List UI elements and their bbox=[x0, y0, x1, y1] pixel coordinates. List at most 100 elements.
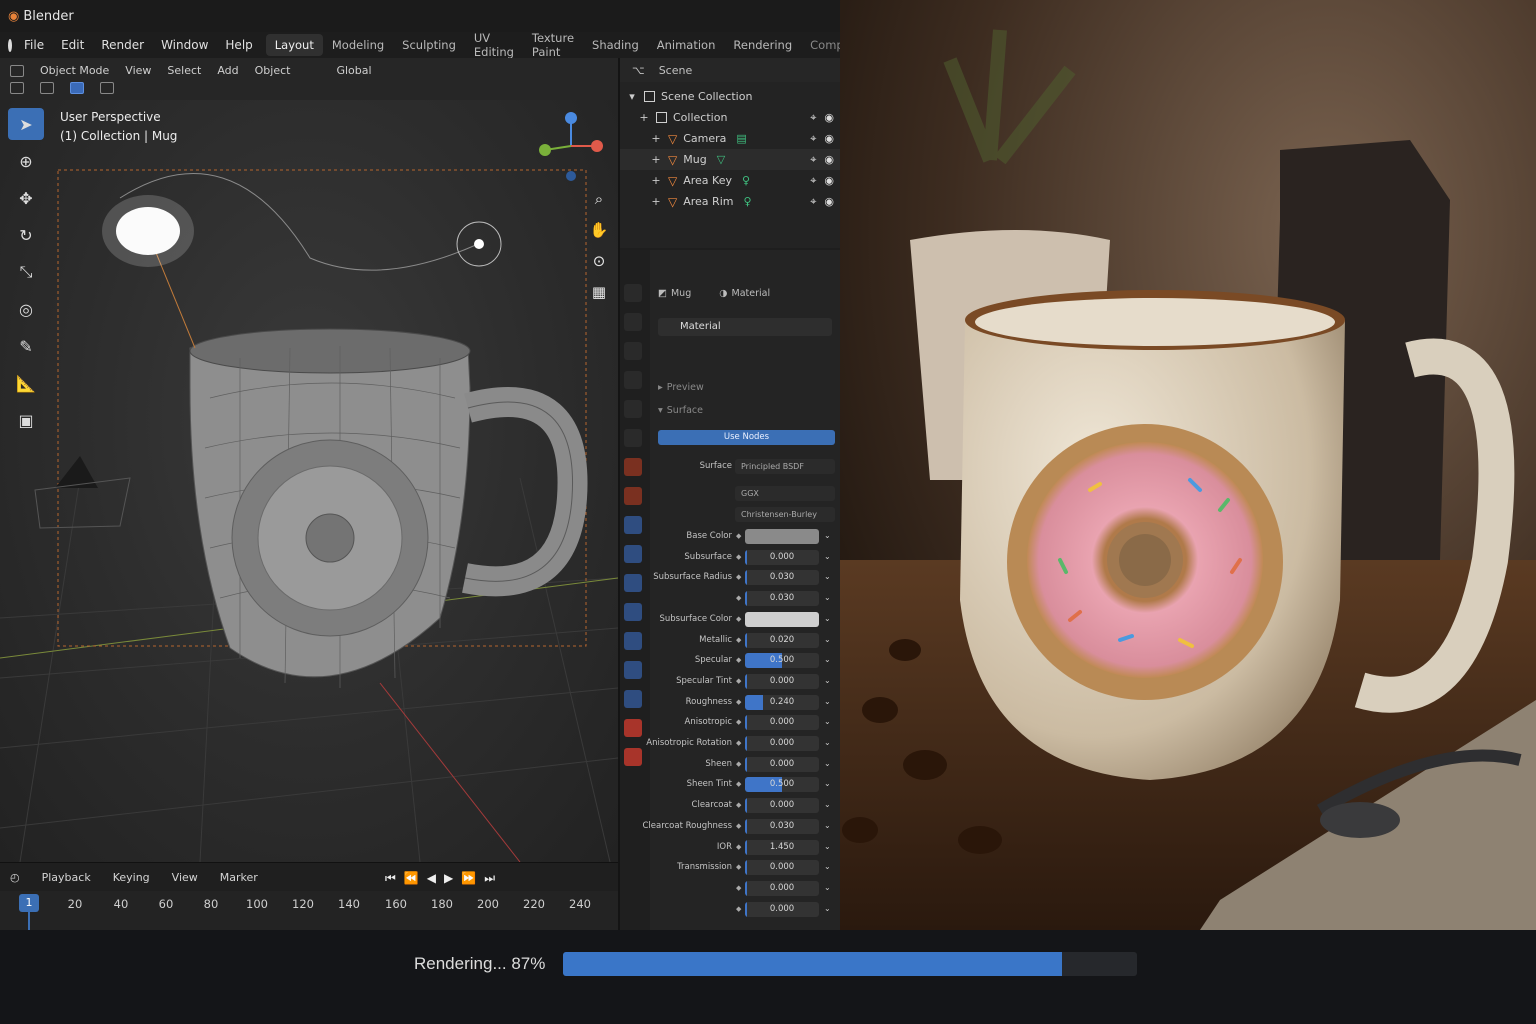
link-socket-icon[interactable]: ◆ bbox=[736, 677, 741, 685]
jump-start-icon[interactable]: ⏮ bbox=[385, 871, 396, 886]
link-socket-icon[interactable]: ◆ bbox=[736, 739, 741, 747]
chevron-down-icon[interactable]: ⌄ bbox=[824, 593, 831, 602]
link-socket-icon[interactable]: ◆ bbox=[736, 863, 741, 871]
frame-ruler[interactable]: 1 20 40 60 80 100 120 140 160 180 200 220 240 bbox=[0, 891, 618, 931]
field-value[interactable] bbox=[745, 529, 819, 544]
chevron-down-icon[interactable]: ⌄ bbox=[824, 697, 831, 706]
eye-icon[interactable]: ◉ bbox=[824, 153, 834, 167]
link-socket-icon[interactable]: ◆ bbox=[736, 843, 741, 851]
add-cube-tool-icon[interactable]: ▣ bbox=[8, 404, 44, 436]
field-value[interactable]: 0.240 bbox=[745, 695, 819, 710]
field-value[interactable]: 0.000 bbox=[745, 798, 819, 813]
play-icon[interactable]: ▶ bbox=[444, 871, 453, 886]
menu-render[interactable]: Render bbox=[101, 38, 144, 52]
link-socket-icon[interactable]: ◆ bbox=[736, 656, 741, 664]
scale-tool-icon[interactable]: ⤡ bbox=[8, 256, 44, 288]
object-tab-icon[interactable] bbox=[624, 458, 642, 476]
menu-help[interactable]: Help bbox=[225, 38, 252, 52]
data-tab-icon[interactable] bbox=[624, 603, 642, 621]
eye-icon[interactable]: ◉ bbox=[824, 174, 834, 188]
chevron-down-icon[interactable]: ⌄ bbox=[824, 552, 831, 561]
snap-icon[interactable] bbox=[10, 82, 24, 94]
render-tab-icon[interactable] bbox=[624, 313, 642, 331]
physics-tab-icon[interactable] bbox=[624, 545, 642, 563]
material-tab-icon[interactable] bbox=[624, 719, 642, 737]
link-socket-icon[interactable]: ◆ bbox=[736, 801, 741, 809]
field-value[interactable]: 0.500 bbox=[745, 653, 819, 668]
texture-tab-icon[interactable] bbox=[624, 661, 642, 679]
tab-sculpting[interactable]: Sculpting bbox=[393, 34, 465, 56]
modifier-tab-icon[interactable] bbox=[624, 487, 642, 505]
tool-tab-icon[interactable] bbox=[624, 284, 642, 302]
navigation-gizmo[interactable] bbox=[535, 110, 607, 182]
select-toggle-icon[interactable]: ⌖ bbox=[810, 111, 816, 125]
chevron-down-icon[interactable]: ⌄ bbox=[824, 800, 831, 809]
link-socket-icon[interactable]: ◆ bbox=[736, 573, 741, 581]
expand-arrow-icon[interactable]: ▾ bbox=[658, 405, 663, 416]
menu-select[interactable]: Select bbox=[167, 64, 201, 77]
shader-tab-icon[interactable] bbox=[624, 632, 642, 650]
view-layer-tab-icon[interactable] bbox=[624, 371, 642, 389]
chevron-down-icon[interactable]: ⌄ bbox=[824, 531, 831, 540]
outliner-row-camera[interactable]: + ▽ Camera ▤ ⌖ ◉ bbox=[620, 128, 842, 149]
chevron-down-icon[interactable]: ⌄ bbox=[824, 717, 831, 726]
jump-keyframe-forward-icon[interactable]: ⏩ bbox=[461, 871, 476, 886]
link-socket-icon[interactable]: ◆ bbox=[736, 905, 741, 913]
field-value[interactable]: 0.000 bbox=[745, 902, 819, 917]
use-nodes-button[interactable]: Use Nodes bbox=[658, 430, 835, 445]
link-socket-icon[interactable]: ◆ bbox=[736, 822, 741, 830]
menu-object[interactable]: Object bbox=[255, 64, 291, 77]
field-value[interactable]: 0.030 bbox=[745, 591, 819, 606]
chevron-down-icon[interactable]: ⌄ bbox=[824, 779, 831, 788]
chevron-down-icon[interactable]: ⌄ bbox=[824, 904, 831, 913]
outliner-row-scene-collection[interactable]: ▾ Scene Collection bbox=[620, 86, 842, 107]
select-tool-icon[interactable]: ➤ bbox=[8, 108, 44, 140]
select-mode-icon[interactable] bbox=[70, 82, 84, 94]
scene-selector[interactable]: Scene bbox=[659, 64, 693, 77]
chevron-down-icon[interactable]: ⌄ bbox=[824, 883, 831, 892]
menu-view[interactable]: View bbox=[125, 64, 151, 77]
cursor-tool-icon[interactable]: ⊕ bbox=[8, 145, 44, 177]
play-reverse-icon[interactable]: ◀ bbox=[427, 871, 436, 886]
panel-preview[interactable]: Preview bbox=[667, 382, 704, 393]
outliner-row-mug[interactable]: + ▽ Mug ▽ ⌖ ◉ bbox=[620, 149, 842, 170]
playhead[interactable] bbox=[28, 912, 30, 930]
particles-tab-icon[interactable] bbox=[624, 516, 642, 534]
field-value[interactable]: 0.000 bbox=[745, 674, 819, 689]
field-value[interactable]: 0.020 bbox=[745, 633, 819, 648]
panel-surface[interactable]: Surface bbox=[667, 405, 703, 416]
proportional-icon[interactable] bbox=[40, 82, 54, 94]
field-value[interactable]: 0.000 bbox=[745, 550, 819, 565]
measure-tool-icon[interactable]: 📐 bbox=[8, 367, 44, 399]
outliner-row-area-rim[interactable]: + ▽ Area Rim ♀ ⌖ ◉ bbox=[620, 191, 842, 212]
move-tool-icon[interactable]: ✥ bbox=[8, 182, 44, 214]
constraint-tab-icon[interactable] bbox=[624, 690, 642, 708]
rotate-tool-icon[interactable]: ↻ bbox=[8, 219, 44, 251]
output-tab-icon[interactable] bbox=[624, 342, 642, 360]
distribution-dropdown[interactable]: GGX bbox=[735, 486, 835, 501]
chevron-down-icon[interactable]: ⌄ bbox=[824, 676, 831, 685]
collapse-arrow-icon[interactable]: ▸ bbox=[658, 382, 663, 393]
transform-tool-icon[interactable]: ◎ bbox=[8, 293, 44, 325]
link-socket-icon[interactable]: ◆ bbox=[736, 615, 741, 623]
outliner-row-area-key[interactable]: + ▽ Area Key ♀ ⌖ ◉ bbox=[620, 170, 842, 191]
menu-edit[interactable]: Edit bbox=[61, 38, 84, 52]
link-socket-icon[interactable]: ◆ bbox=[736, 594, 741, 602]
chevron-down-icon[interactable]: ⌄ bbox=[824, 842, 831, 851]
chevron-down-icon[interactable]: ⌄ bbox=[824, 738, 831, 747]
perspective-icon[interactable]: ▦ bbox=[588, 283, 610, 305]
field-value[interactable]: 0.000 bbox=[745, 715, 819, 730]
material-preview-tab-icon[interactable] bbox=[624, 748, 642, 766]
link-socket-icon[interactable]: ◆ bbox=[736, 553, 741, 561]
timeline-editor-icon[interactable]: ◴ bbox=[10, 871, 20, 884]
link-socket-icon[interactable]: ◆ bbox=[736, 532, 741, 540]
surface-shader-dropdown[interactable]: Principled BSDF bbox=[735, 459, 835, 474]
chevron-down-icon[interactable]: ⌄ bbox=[824, 614, 831, 623]
orientation-dropdown[interactable]: Global bbox=[336, 64, 371, 77]
eye-icon[interactable]: ◉ bbox=[824, 111, 834, 125]
jump-keyframe-back-icon[interactable]: ⏪ bbox=[404, 871, 419, 886]
link-socket-icon[interactable]: ◆ bbox=[736, 718, 741, 726]
timeline-view-menu[interactable]: View bbox=[172, 871, 198, 884]
constraints-tab-icon[interactable] bbox=[624, 574, 642, 592]
link-socket-icon[interactable]: ◆ bbox=[736, 760, 741, 768]
